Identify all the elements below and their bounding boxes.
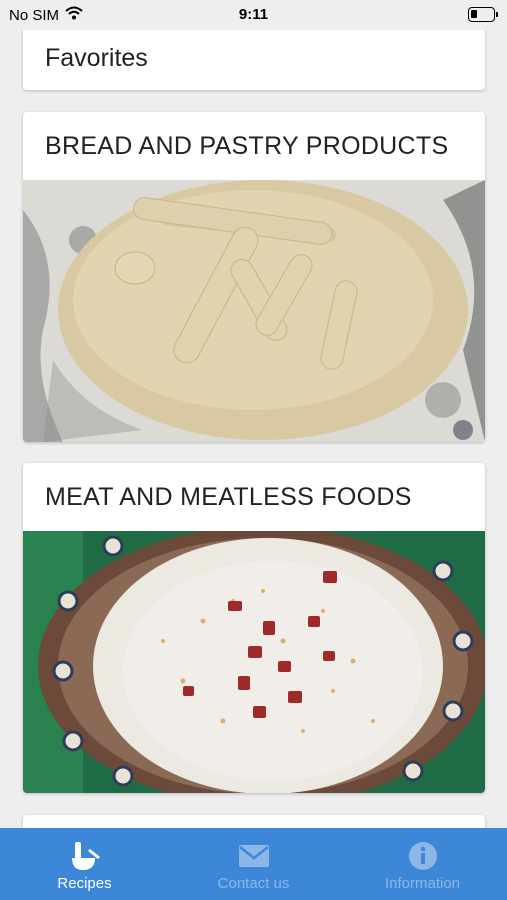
category-title bbox=[23, 815, 485, 828]
tab-recipes-label: Recipes bbox=[57, 875, 112, 892]
favorites-title: Favorites bbox=[45, 44, 148, 72]
envelope-icon bbox=[237, 840, 271, 872]
recipe-category-list[interactable]: Favorites BREAD AND PASTRY PRODUCTS MEAT… bbox=[0, 0, 507, 828]
tab-contact-us[interactable]: Contact us bbox=[169, 828, 338, 900]
tab-recipes[interactable]: Recipes bbox=[0, 828, 169, 900]
tab-information[interactable]: Information bbox=[338, 828, 507, 900]
category-title: MEAT AND MEATLESS FOODS bbox=[45, 483, 412, 511]
clock: 9:11 bbox=[238, 6, 269, 23]
mortar-pestle-icon bbox=[68, 840, 102, 872]
bread-dough-image bbox=[23, 180, 485, 442]
category-card-bread[interactable]: BREAD AND PASTRY PRODUCTS bbox=[23, 112, 485, 442]
battery-icon bbox=[468, 7, 498, 22]
tab-information-label: Information bbox=[384, 875, 461, 892]
category-card-meat[interactable]: MEAT AND MEATLESS FOODS bbox=[23, 463, 485, 793]
category-card-partial[interactable] bbox=[23, 815, 485, 828]
favorites-card[interactable]: Favorites bbox=[23, 24, 485, 90]
info-icon bbox=[406, 840, 440, 872]
tab-contact-us-label: Contact us bbox=[217, 875, 290, 892]
category-title: BREAD AND PASTRY PRODUCTS bbox=[45, 132, 449, 160]
soup-bowl-image bbox=[23, 531, 485, 793]
tab-bar: Recipes Contact us Information bbox=[0, 828, 507, 900]
status-bar: No SIM 9:11 bbox=[0, 0, 507, 30]
